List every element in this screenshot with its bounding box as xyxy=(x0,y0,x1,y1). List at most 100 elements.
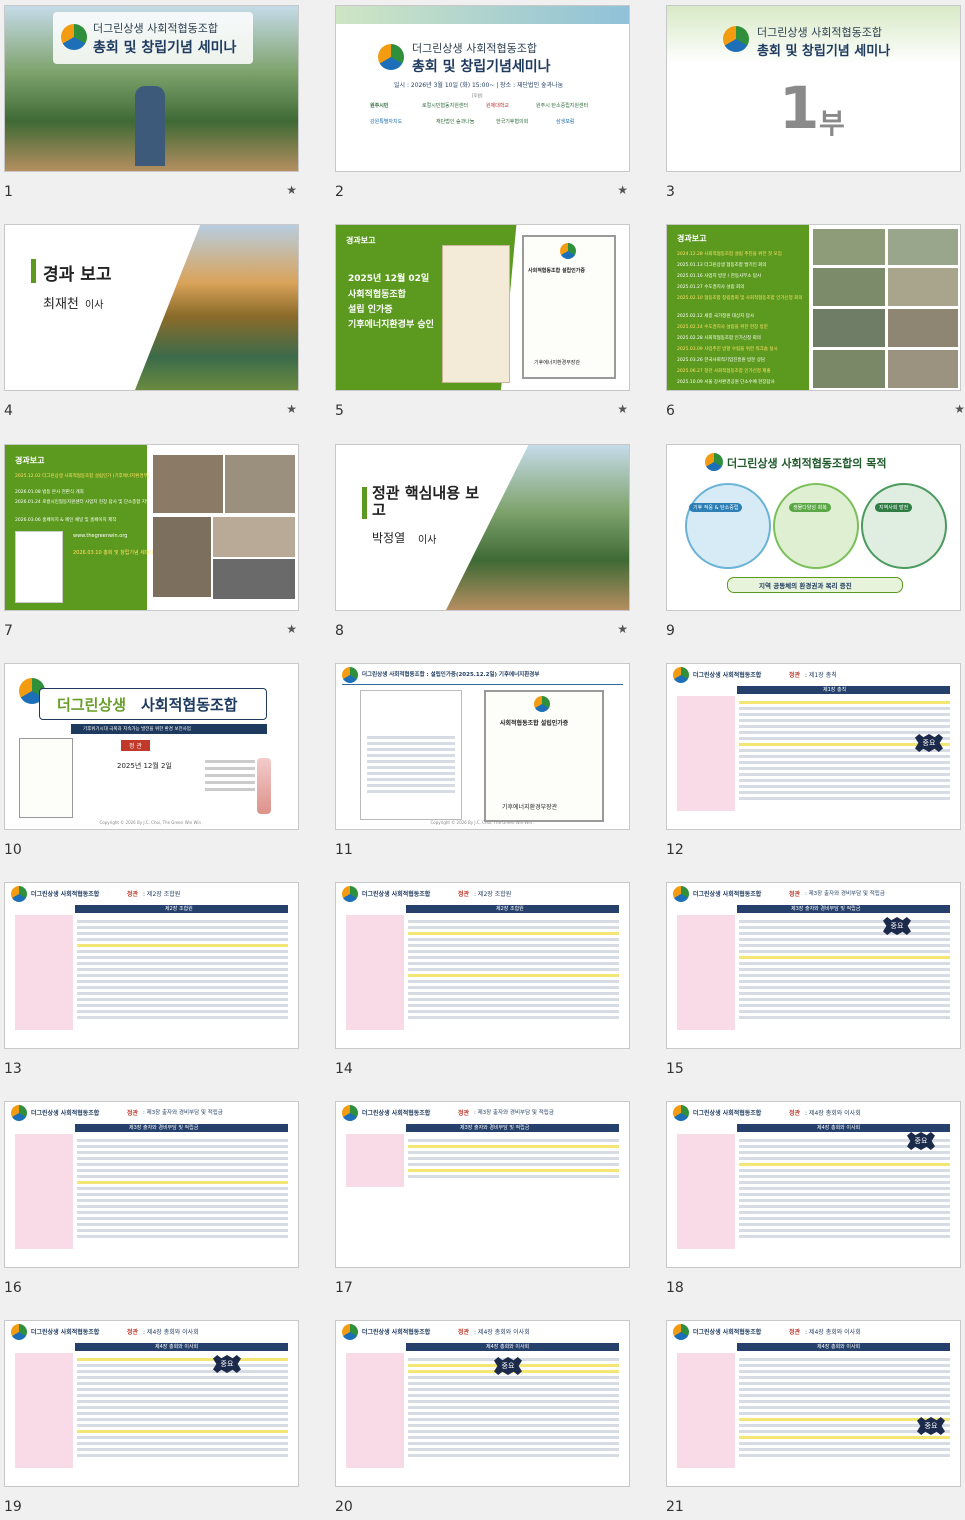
website-url[interactable]: www.thegreenwin.org xyxy=(73,533,127,539)
slide-preview[interactable]: 더그린상생 사회적협동조합 기후위기시대 극복과 지속가능 발전을 위한 환경 … xyxy=(4,663,299,830)
slide-number: 16 xyxy=(4,1280,22,1296)
timeline-event: 2025.01.13 더그린상생 협동조합 발기인 회의 xyxy=(677,263,767,268)
slide-title-line1: 더그린상생 사회적협동조합 xyxy=(412,42,537,55)
starred-icon: ★ xyxy=(617,402,628,416)
slide-number: 6 xyxy=(666,403,675,419)
slide-preview[interactable]: 더그린상생 사회적협동조합 정관 : 제3장 출자와 경비부담 및 적립금 제3… xyxy=(4,1101,299,1268)
slide-thumbnail-20[interactable]: 더그린상생 사회적협동조합 정관 : 제4장 총회와 이사회 제4장 총회와 이… xyxy=(335,1320,630,1520)
pillar-label: 지역사회 발전 xyxy=(875,503,913,512)
sponsor-logo: 강원특별자치도 xyxy=(370,119,403,125)
slide-number: 13 xyxy=(4,1061,22,1077)
slide-header: 더그린상생 사회적협동조합 xyxy=(362,1329,431,1336)
slide-thumbnail-19[interactable]: 더그린상생 사회적협동조합 정관 : 제4장 총회와 이사회 제4장 총회와 이… xyxy=(4,1320,299,1520)
slide-preview[interactable]: 더그린상생 사회적협동조합 총회 및 창립기념세미나 일시 : 2026년 3월… xyxy=(335,5,630,172)
slide-preview[interactable]: 더그린상생 사회적협동조합 정관 : 제4장 총회와 이사회 제4장 총회와 이… xyxy=(335,1320,630,1487)
cooperative-logo-icon xyxy=(11,1324,27,1340)
slide-preview[interactable]: 더그린상생 사회적협동조합 정관 : 제2장 조합원 제2장 조합원 xyxy=(4,882,299,1049)
articles-badge: 정 관 xyxy=(121,740,150,751)
header-articles: 정관 xyxy=(789,672,801,679)
slide-title-line1: 더그린상생 사회적협동조합 xyxy=(757,26,882,39)
slide-preview[interactable]: 더그린상생 사회적협동조합 정관 : 제4장 총회와 이사회 제4장 총회와 이… xyxy=(666,1320,961,1487)
slide-preview[interactable]: 더그린상생 사회적협동조합 정관 : 제3장 출자와 경비부담 및 적립금 제3… xyxy=(335,1101,630,1268)
slide-thumbnail-11[interactable]: 더그린상생 사회적협동조합 : 설립인가증(2025.12.2일) 기후에너지환… xyxy=(335,663,630,863)
slide-title-line2: 총회 및 창립기념 세미나 xyxy=(93,40,237,56)
article-column xyxy=(346,915,404,1030)
article-text xyxy=(739,917,950,1030)
copyright-footer: Copyright © 2026 By J.C. Choi, The Green… xyxy=(430,820,535,825)
slide-thumbnail-9[interactable]: 더그린상생 사회적협동조합의 목적 기후 적응 & 탄소중립 생물다양성 회복 … xyxy=(666,444,961,644)
certificate-title: 사회적협동조합 설립인가증 xyxy=(500,720,569,727)
cooperative-logo-icon xyxy=(673,1324,689,1340)
slide-preview[interactable]: 정관 핵심내용 보고 박정열 이사 xyxy=(335,444,630,611)
table-title: 제4장 총회와 이사회 xyxy=(817,1125,861,1131)
slide-preview[interactable]: 더그린상생 사회적협동조합 총회 및 창립기념 세미나 xyxy=(4,5,299,172)
slide-preview[interactable]: 경과보고 2024.12.28 사회적협동조합 설립 추진을 위한 첫 모임 2… xyxy=(666,224,961,391)
slide-thumbnail-6[interactable]: 경과보고 2024.12.28 사회적협동조합 설립 추진을 위한 첫 모임 2… xyxy=(666,224,965,424)
slide-preview[interactable]: 더그린상생 사회적협동조합의 목적 기후 적응 & 탄소중립 생물다양성 회복 … xyxy=(666,444,961,611)
slide-thumbnail-8[interactable]: 정관 핵심내용 보고 박정열 이사 8 ★ xyxy=(335,444,630,644)
slide-number: 4 xyxy=(4,403,13,419)
presenter-name: 최재천 xyxy=(43,297,79,312)
slide-thumbnail-15[interactable]: 더그린상생 사회적협동조합 정관 : 제3장 출자와 경비부담 및 적립금 제3… xyxy=(666,882,961,1082)
section-heading: 경과 보고 xyxy=(43,265,112,285)
pillar-label: 기후 적응 & 탄소중립 xyxy=(689,503,743,512)
slide-preview[interactable]: 더그린상생 사회적협동조합 정관 : 제3장 출자와 경비부담 및 적립금 제3… xyxy=(666,882,961,1049)
slide-thumbnail-7[interactable]: 경과보고 2025.12.02 더그린상생 사회적협동조합 설립인가 (기후에너… xyxy=(4,444,299,644)
slide-number: 9 xyxy=(666,623,675,639)
slide-thumbnail-21[interactable]: 더그린상생 사회적협동조합 정관 : 제4장 총회와 이사회 제4장 총회와 이… xyxy=(666,1320,961,1520)
certificate-thumbnail xyxy=(15,531,63,603)
slide-preview[interactable]: 더그린상생 사회적협동조합 정관 : 제4장 총회와 이사회 제4장 총회와 이… xyxy=(666,1101,961,1268)
event-photo xyxy=(153,455,223,513)
table-title: 제4장 총회와 이사회 xyxy=(155,1344,199,1350)
slide-preview[interactable]: 경과보고 2025.12.02 더그린상생 사회적협동조합 설립인가 (기후에너… xyxy=(4,444,299,611)
article-column xyxy=(346,1134,404,1187)
timeline-event: 2025.03.26 한국사회적기업진흥원 방문 상담 xyxy=(677,358,766,363)
header-articles: 정관 xyxy=(458,1110,470,1117)
timeline-event: 2026.03.06 홈페이지 & 페인 채널 및 홈페이지 제작 xyxy=(15,518,117,523)
slide-preview[interactable]: 더그린상생 사회적협동조합 정관 : 제1장 총칙 제1장 총칙 중요 xyxy=(666,663,961,830)
starred-icon: ★ xyxy=(617,622,628,636)
sponsor-label: [후원] xyxy=(472,93,483,98)
slide-number: 3 xyxy=(666,184,675,200)
slide-thumbnail-14[interactable]: 더그린상생 사회적협동조합 정관 : 제2장 조합원 제2장 조합원 14 xyxy=(335,882,630,1082)
event-photo xyxy=(888,268,958,306)
table-title: 제1장 총칙 xyxy=(823,687,847,693)
slide-thumbnail-3[interactable]: 더그린상생 사회적협동조합 총회 및 창립기념 세미나 1 부 3 xyxy=(666,5,961,205)
event-photo xyxy=(888,229,958,265)
slide-header: 더그린상생 사회적협동조합 xyxy=(362,1110,431,1117)
slide-thumbnail-13[interactable]: 더그린상생 사회적협동조합 정관 : 제2장 조합원 제2장 조합원 13 xyxy=(4,882,299,1082)
cooperative-logo-icon xyxy=(673,667,689,683)
slide-number: 18 xyxy=(666,1280,684,1296)
slide-number: 10 xyxy=(4,842,22,858)
slide-thumbnail-1[interactable]: 더그린상생 사회적협동조합 총회 및 창립기념 세미나 1 ★ xyxy=(4,5,299,205)
event-photo xyxy=(153,517,211,597)
slide-preview[interactable]: 더그린상생 사회적협동조합 정관 : 제4장 총회와 이사회 제4장 총회와 이… xyxy=(4,1320,299,1487)
presenter-role: 이사 xyxy=(85,300,104,311)
timeline-event: 2025.10.09 서울 강서환경공원 단소수예 현장답사 xyxy=(677,380,775,385)
header-articles: 정관 xyxy=(127,891,139,898)
slide-preview[interactable]: 경과 보고 최재천 이사 xyxy=(4,224,299,391)
important-stamp: 중요 xyxy=(494,1357,522,1375)
slide-thumbnail-4[interactable]: 경과 보고 최재천 이사 4 ★ xyxy=(4,224,299,424)
slide-thumbnail-10[interactable]: 더그린상생 사회적협동조합 기후위기시대 극복과 지속가능 발전을 위한 환경 … xyxy=(4,663,299,863)
articles-date: 2025년 12월 2일 xyxy=(117,762,172,770)
starred-icon: ★ xyxy=(617,183,628,197)
slide-thumbnail-18[interactable]: 더그린상생 사회적협동조합 정관 : 제4장 총회와 이사회 제4장 총회와 이… xyxy=(666,1101,961,1301)
section-tag: 경과보고 xyxy=(15,456,45,465)
slide-preview[interactable]: 더그린상생 사회적협동조합 : 설립인가증(2025.12.2일) 기후에너지환… xyxy=(335,663,630,830)
slide-preview[interactable]: 경과보고 2025년 12월 02일 사회적협동조합 설립 인가증 기후에너지환… xyxy=(335,224,630,391)
sponsor-logo: 원주시 탄소중립지원센터 xyxy=(536,103,589,109)
slide-preview[interactable]: 더그린상생 사회적협동조합 정관 : 제2장 조합원 제2장 조합원 xyxy=(335,882,630,1049)
forest-road-photo xyxy=(446,445,629,610)
slide-preview[interactable]: 더그린상생 사회적협동조합 총회 및 창립기념 세미나 1 부 xyxy=(666,5,961,172)
slide-thumbnail-17[interactable]: 더그린상생 사회적협동조합 정관 : 제3장 출자와 경비부담 및 적립금 제3… xyxy=(335,1101,630,1301)
slide-thumbnail-12[interactable]: 더그린상생 사회적협동조합 정관 : 제1장 총칙 제1장 총칙 중요 12 xyxy=(666,663,961,863)
article-text xyxy=(739,698,950,811)
article-text xyxy=(408,1355,619,1468)
slide-thumbnail-5[interactable]: 경과보고 2025년 12월 02일 사회적협동조합 설립 인가증 기후에너지환… xyxy=(335,224,630,424)
slide-thumbnail-2[interactable]: 더그린상생 사회적협동조합 총회 및 창립기념세미나 일시 : 2026년 3월… xyxy=(335,5,630,205)
event-photo xyxy=(813,350,885,388)
slide-thumbnail-16[interactable]: 더그린상생 사회적협동조합 정관 : 제3장 출자와 경비부담 및 적립금 제3… xyxy=(4,1101,299,1301)
header-band xyxy=(336,6,629,24)
timeline-event: 2026.01.08 법등 본사 현판식 개최 xyxy=(15,490,84,495)
